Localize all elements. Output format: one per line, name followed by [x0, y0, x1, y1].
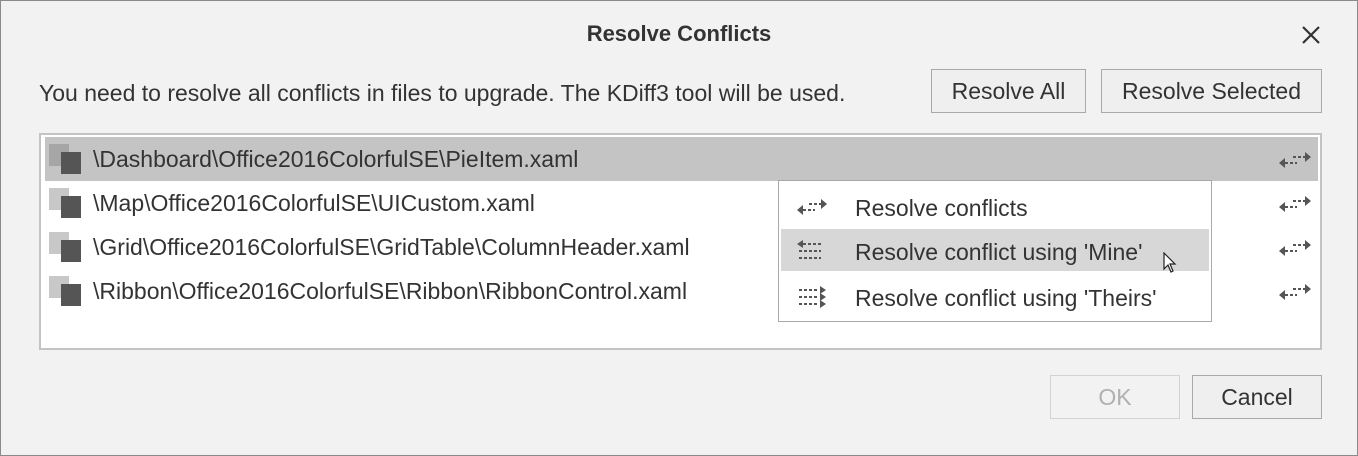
menu-item-resolve-theirs[interactable]: Resolve conflict using 'Theirs'	[781, 275, 1209, 317]
file-icon	[49, 144, 83, 174]
file-icon	[49, 232, 83, 262]
mouse-cursor-icon	[1163, 252, 1177, 273]
context-menu: Resolve conflicts Resolve conflict using…	[778, 180, 1212, 322]
close-button[interactable]	[1297, 21, 1325, 49]
menu-item-label: Resolve conflict using 'Theirs'	[855, 285, 1157, 311]
resolve-theirs-icon	[799, 286, 826, 308]
file-row[interactable]: \Dashboard\Office2016ColorfulSE\PieItem.…	[45, 137, 1318, 181]
menu-item-label: Resolve conflicts	[855, 195, 1028, 221]
resolve-selected-button[interactable]: Resolve Selected	[1101, 69, 1322, 113]
resolve-both-icon	[797, 199, 827, 215]
close-icon	[1302, 26, 1320, 44]
file-path: \Ribbon\Office2016ColorfulSE\Ribbon\Ribb…	[93, 278, 688, 304]
resolve-both-icon[interactable]	[1277, 237, 1313, 259]
resolve-both-icon[interactable]	[1277, 193, 1313, 215]
resolve-both-icon[interactable]	[1277, 281, 1313, 303]
dialog-title: Resolve Conflicts	[586, 21, 772, 46]
file-path: \Grid\Office2016ColorfulSE\GridTable\Col…	[93, 234, 690, 260]
resolve-both-icon[interactable]	[1277, 149, 1313, 171]
menu-item-resolve-conflicts[interactable]: Resolve conflicts	[781, 185, 1209, 227]
dialog-message: You need to resolve all conflicts in fil…	[39, 80, 846, 106]
file-path: \Map\Office2016ColorfulSE\UICustom.xaml	[93, 190, 535, 216]
file-path: \Dashboard\Office2016ColorfulSE\PieItem.…	[93, 146, 579, 172]
ok-button[interactable]: OK	[1050, 375, 1180, 419]
resolve-all-button[interactable]: Resolve All	[931, 69, 1086, 113]
resolve-conflicts-dialog: Resolve Conflicts You need to resolve al…	[0, 0, 1358, 456]
menu-item-label: Resolve conflict using 'Mine'	[855, 239, 1143, 265]
file-icon	[49, 188, 83, 218]
file-icon	[49, 276, 83, 306]
cancel-button[interactable]: Cancel	[1192, 375, 1322, 419]
menu-item-resolve-mine[interactable]: Resolve conflict using 'Mine'	[781, 229, 1209, 271]
resolve-mine-icon	[797, 240, 821, 259]
